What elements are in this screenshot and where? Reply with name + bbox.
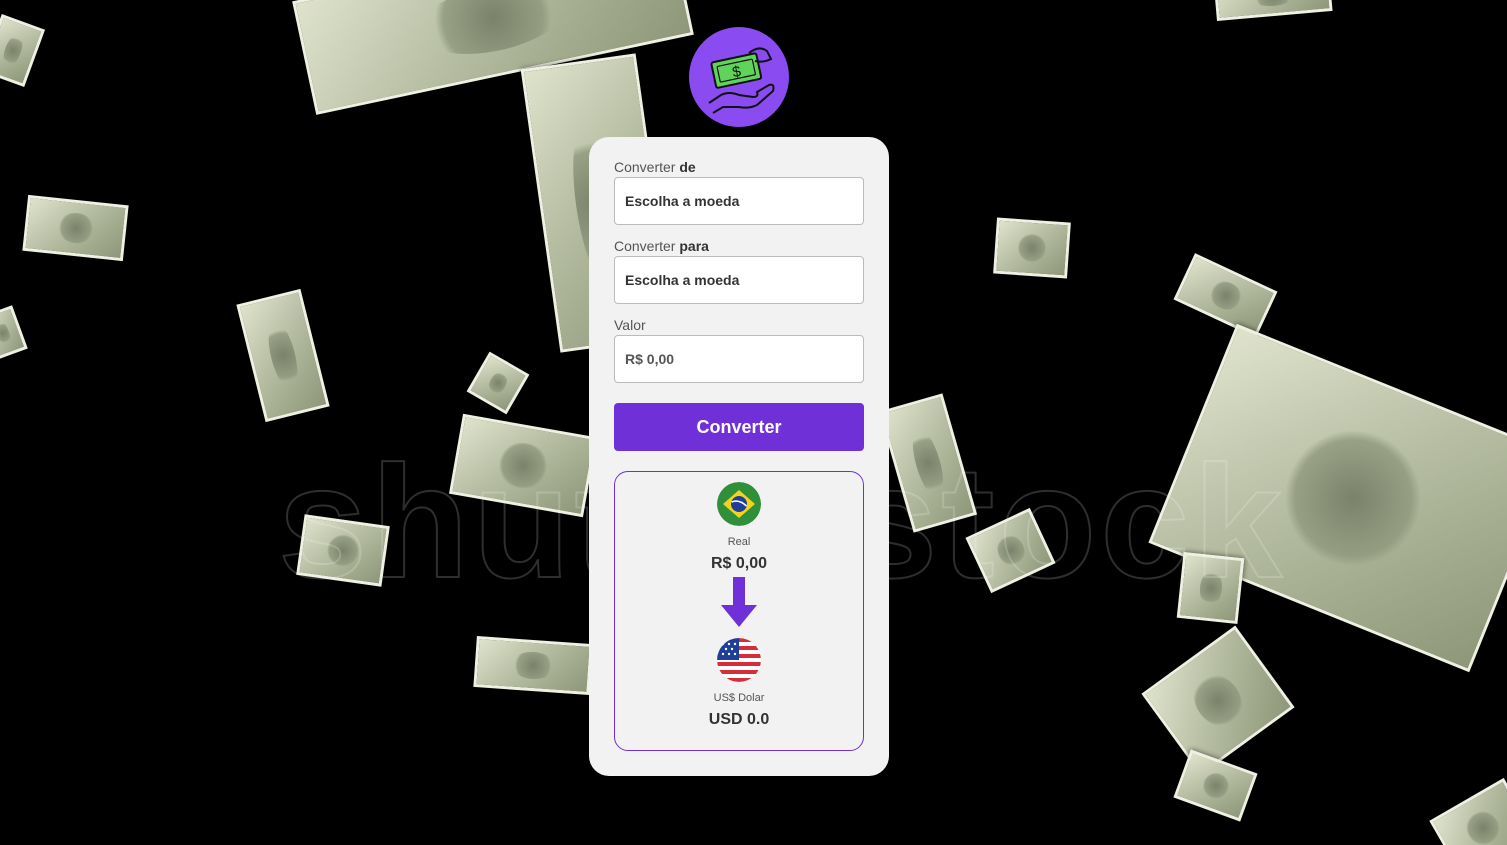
to-currency-amount: USD 0.0 (708, 711, 770, 728)
bill-image (466, 351, 530, 415)
from-currency-name: Real (727, 536, 751, 548)
converter-card: Converter de Escolha a moeda Converter p… (589, 137, 889, 776)
amount-input[interactable]: R$ 0,00 (614, 335, 864, 383)
from-currency-value: Escolha a moeda (625, 193, 740, 209)
bill-image (0, 305, 28, 361)
bill-image (0, 13, 46, 88)
from-currency-select[interactable]: Escolha a moeda (614, 177, 864, 225)
from-label: Converter de (614, 159, 696, 175)
bill-image (473, 636, 593, 695)
arrow-down-icon (721, 577, 757, 632)
to-currency-name: US$ Dolar (713, 692, 765, 704)
bill-image (1429, 777, 1507, 845)
to-currency-select[interactable]: Escolha a moeda (614, 256, 864, 304)
brazil-flag-icon (717, 482, 761, 526)
money-hand-icon: $ (708, 47, 775, 114)
amount-placeholder: R$ 0,00 (625, 351, 675, 367)
bill-image (1173, 253, 1278, 338)
bill-image (993, 217, 1071, 279)
bill-image (1213, 0, 1333, 21)
to-currency-value: Escolha a moeda (625, 272, 740, 288)
convert-button[interactable]: Converter (614, 403, 864, 451)
bill-image (1173, 749, 1258, 822)
from-currency-amount: R$ 0,00 (710, 555, 768, 572)
amount-label: Valor (614, 317, 646, 333)
usa-flag-icon (717, 638, 761, 682)
bill-image (1141, 625, 1295, 776)
result-box: Real R$ 0,00 US$ Dolar USD 0.0 (614, 471, 864, 751)
to-label: Converter para (614, 238, 709, 254)
app-logo: $ (689, 27, 789, 127)
bill-image (236, 288, 330, 423)
bill-image (22, 194, 129, 262)
